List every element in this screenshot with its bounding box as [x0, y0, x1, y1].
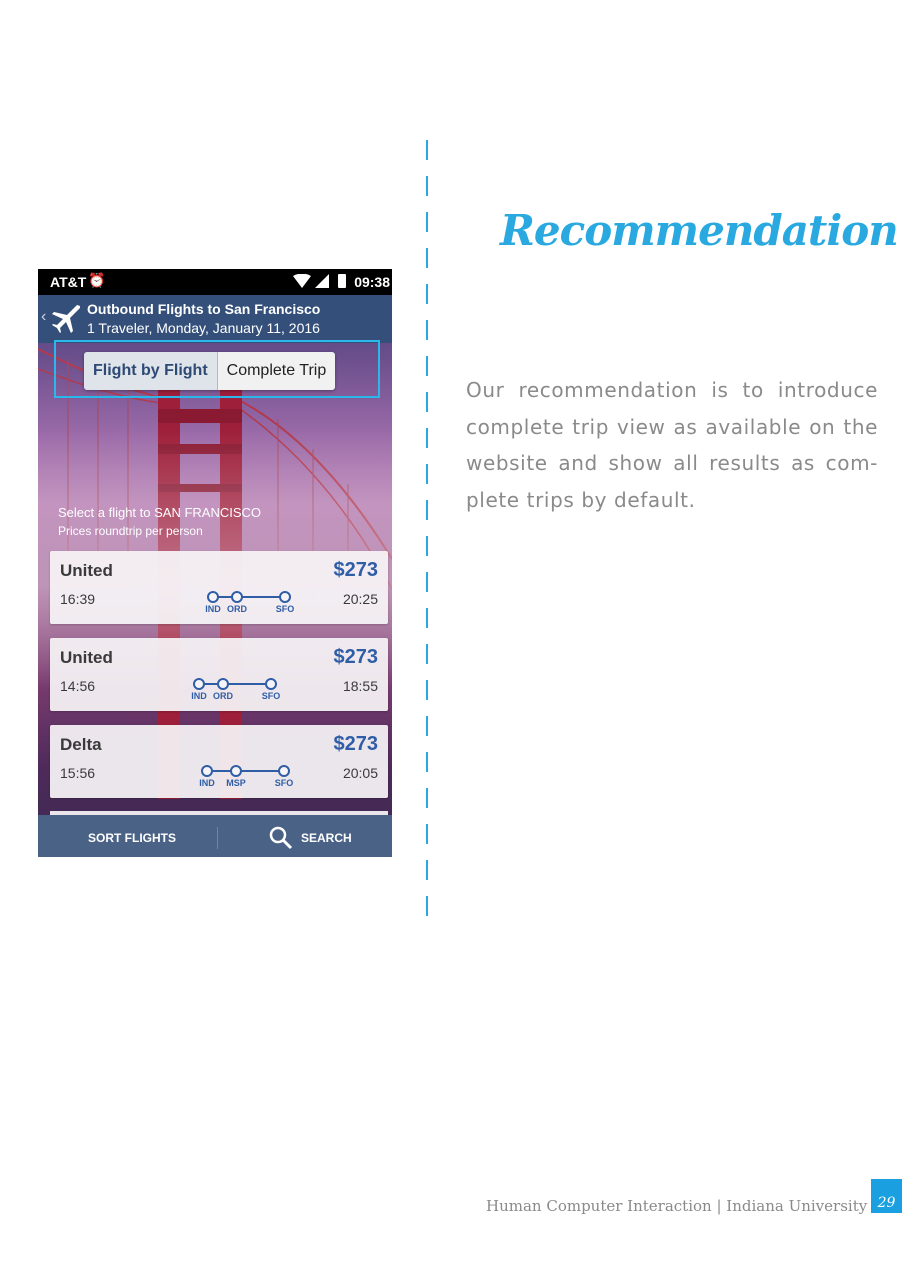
wifi-icon: [293, 273, 311, 291]
signal-icon: [315, 274, 329, 291]
section-heading: Recommendation: [500, 206, 899, 255]
stop-code: ORD: [227, 604, 247, 614]
flight-card[interactable]: Delta $273 15:56 20:05 IND MSP SFO: [50, 725, 388, 798]
stop-code: MSP: [226, 778, 246, 788]
view-toggle: Flight by Flight Complete Trip: [84, 352, 336, 390]
sort-flights-button[interactable]: SORT FLIGHTS: [88, 831, 176, 845]
app-bar-title: Outbound Flights to San Francisco: [87, 301, 321, 317]
bar-separator: [217, 827, 218, 849]
airline-name: Delta: [60, 735, 102, 754]
departure-time: 16:39: [60, 591, 96, 607]
select-prompt: Select a flight to SAN FRANCISCO: [58, 505, 262, 520]
battery-icon: [338, 274, 346, 288]
route-diagram: IND MSP SFO: [199, 764, 299, 792]
arrival-time: 20:05: [342, 765, 378, 781]
flight-by-flight-tab[interactable]: Flight by Flight: [84, 352, 217, 390]
stop-code: ORD: [213, 691, 233, 701]
stop-code: SFO: [274, 778, 294, 788]
phone-screenshot: AT&T ⏰ 09:38 ‹ Outbound Flights to San F…: [38, 269, 392, 857]
search-button[interactable]: SEARCH: [301, 831, 352, 845]
carrier-label: AT&T: [50, 274, 87, 290]
route-diagram: IND ORD SFO: [205, 590, 305, 618]
stop-code: IND: [205, 604, 221, 614]
clock-label: 09:38: [354, 274, 390, 290]
app-bar: ‹ Outbound Flights to San Francisco 1 Tr…: [38, 295, 392, 343]
footer-text: Human Computer Interaction | Indiana Uni…: [486, 1197, 868, 1215]
search-icon[interactable]: [268, 825, 294, 854]
complete-trip-tab[interactable]: Complete Trip: [216, 352, 336, 390]
airline-name: United: [60, 648, 113, 667]
bottom-action-bar: SORT FLIGHTS SEARCH: [38, 815, 392, 857]
alarm-icon: ⏰: [88, 272, 106, 288]
app-bar-subtitle: 1 Traveler, Monday, January 11, 2016: [87, 320, 320, 336]
stop-code: SFO: [275, 604, 295, 614]
route-diagram: IND ORD SFO: [191, 677, 291, 705]
dashed-divider: [426, 140, 428, 930]
back-arrow-icon[interactable]: ‹: [41, 308, 46, 326]
flight-card[interactable]: United $273 16:39 20:25 IND ORD SFO: [50, 551, 388, 624]
arrival-time: 20:25: [342, 591, 378, 607]
flight-card[interactable]: United $273 14:56 18:55 IND ORD SFO: [50, 638, 388, 711]
flight-price: $273: [333, 733, 379, 755]
airline-name: United: [60, 561, 113, 580]
stop-code: IND: [199, 778, 215, 788]
stop-code: IND: [191, 691, 207, 701]
airplane-icon: [50, 303, 82, 340]
flight-price: $273: [333, 559, 379, 581]
status-bar: AT&T ⏰ 09:38: [38, 269, 392, 295]
arrival-time: 18:55: [342, 678, 378, 694]
departure-time: 15:56: [60, 765, 96, 781]
recommendation-text: Our recommendation is to introduce compl…: [466, 378, 878, 512]
page-number: 29: [871, 1179, 902, 1213]
departure-time: 14:56: [60, 678, 96, 694]
price-note: Prices roundtrip per person: [58, 524, 203, 538]
stop-code: SFO: [261, 691, 281, 701]
flight-price: $273: [333, 646, 379, 668]
